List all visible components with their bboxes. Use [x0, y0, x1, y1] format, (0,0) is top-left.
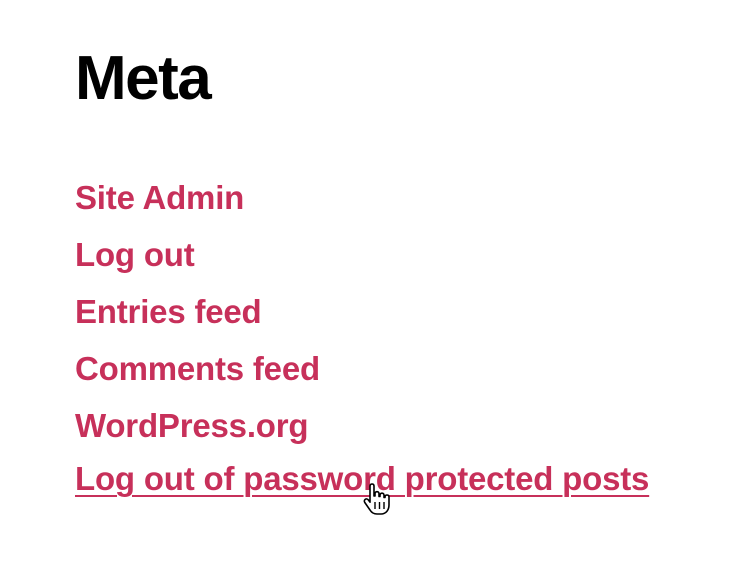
- widget-title: Meta: [75, 44, 212, 113]
- meta-widget: Meta Site Admin Log out Entries feed Com…: [75, 40, 735, 497]
- list-item: Log out: [75, 233, 649, 290]
- site-admin-link[interactable]: Site Admin: [75, 179, 244, 216]
- log-out-link[interactable]: Log out: [75, 236, 195, 273]
- meta-link-list: Site Admin Log out Entries feed Comments…: [75, 176, 649, 501]
- entries-feed-link[interactable]: Entries feed: [75, 293, 262, 330]
- hand-pointer-icon: [363, 483, 390, 515]
- wordpress-org-link[interactable]: WordPress.org: [75, 407, 309, 444]
- list-item: WordPress.org: [75, 404, 649, 461]
- comments-feed-link[interactable]: Comments feed: [75, 350, 320, 387]
- list-item: Site Admin: [75, 176, 649, 233]
- list-item: Comments feed: [75, 347, 649, 404]
- list-item: Entries feed: [75, 290, 649, 347]
